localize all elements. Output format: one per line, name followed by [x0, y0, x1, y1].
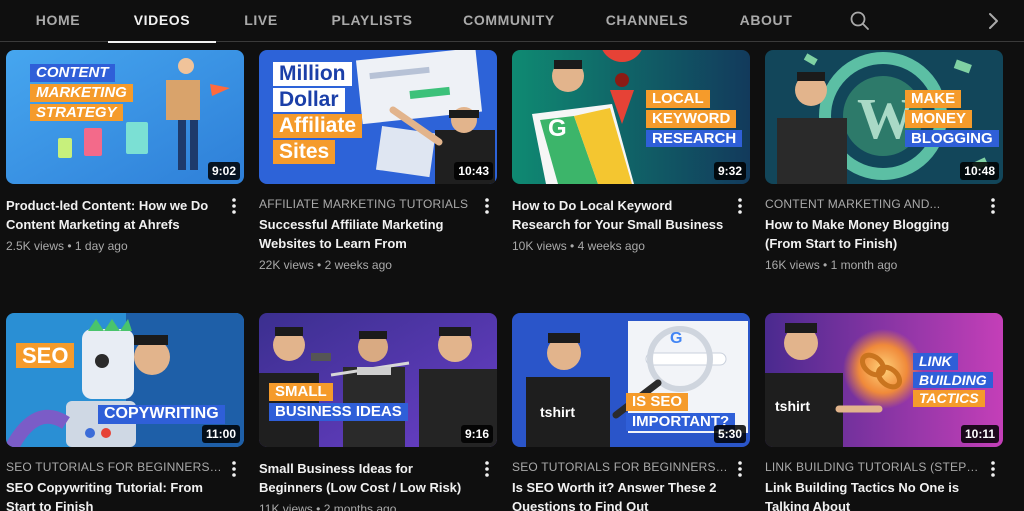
video-title[interactable]: Successful Affiliate Marketing Websites … — [259, 215, 475, 253]
video-duration: 10:48 — [960, 162, 999, 180]
svg-text:tshirt: tshirt — [775, 398, 810, 414]
video-card: tshirt LINK BUILDING TACTICS 10:11 LINK … — [765, 313, 1003, 511]
video-stats: 22K views • 2 weeks ago — [259, 258, 392, 272]
video-title[interactable]: Small Business Ideas for Beginners (Low … — [259, 459, 475, 497]
thumbnail-text: BUSINESS IDEAS — [269, 402, 408, 421]
video-title[interactable]: How to Do Local Keyword Research for You… — [512, 196, 728, 234]
video-duration: 10:11 — [960, 425, 999, 443]
video-title[interactable]: Is SEO Worth it? Answer These 2 Question… — [512, 478, 728, 511]
more-vert-icon[interactable] — [226, 459, 242, 479]
thumbnail-text: Dollar — [273, 88, 345, 113]
video-stats: 11K views • 2 months ago — [259, 502, 397, 511]
thumbnail-text: MONEY — [905, 109, 973, 128]
video-thumbnail[interactable]: G LOCAL KEYWORD RESEARCH 9:32 — [512, 50, 750, 184]
chevron-right-icon[interactable] — [980, 9, 1006, 33]
video-thumbnail[interactable]: SMALL BUSINESS IDEAS 9:16 — [259, 313, 497, 447]
tab-community[interactable]: COMMUNITY — [454, 0, 564, 42]
thumbnail-text: TACTICS — [913, 390, 985, 408]
video-card: SMALL BUSINESS IDEAS 9:16 Small Business… — [259, 313, 497, 511]
video-card: SEO COPYWRITING 11:00 SEO TUTORIALS FOR … — [6, 313, 244, 511]
video-card: G tshirt IS SEO IMPORTANT? 5:30 SEO TUTO… — [512, 313, 750, 511]
video-duration: 11:00 — [201, 425, 240, 443]
more-vert-icon[interactable] — [985, 196, 1001, 216]
video-thumbnail[interactable]: G tshirt IS SEO IMPORTANT? 5:30 — [512, 313, 750, 447]
tab-playlists[interactable]: PLAYLISTS — [322, 0, 422, 42]
tab-home[interactable]: HOME — [22, 0, 94, 42]
thumbnail-text: MAKE — [905, 90, 962, 108]
thumbnail-text: BLOGGING — [905, 129, 999, 148]
video-duration: 5:30 — [713, 425, 746, 443]
thumbnail-text: SEO — [16, 343, 75, 369]
video-stats: 2.5K views • 1 day ago — [6, 239, 128, 253]
video-title[interactable]: Link Building Tactics No One is Talking … — [765, 478, 981, 511]
video-thumbnail[interactable]: W MAKE MONEY BLOGGING 10:48 — [765, 50, 1003, 184]
search-icon[interactable] — [846, 9, 874, 33]
thumbnail-text: LOCAL — [646, 90, 710, 108]
video-thumbnail[interactable]: tshirt LINK BUILDING TACTICS 10:11 — [765, 313, 1003, 447]
video-duration: 10:43 — [454, 162, 493, 180]
thumbnail-text: BUILDING — [913, 371, 993, 389]
video-thumbnail[interactable]: Million Dollar Affiliate Sites 10:43 — [259, 50, 497, 184]
video-card: Million Dollar Affiliate Sites 10:43 AFF… — [259, 50, 497, 273]
tab-videos[interactable]: VIDEOS — [108, 0, 216, 43]
thumbnail-text: MARKETING — [30, 83, 133, 102]
video-title[interactable]: Product-led Content: How we Do Content M… — [6, 196, 222, 234]
thumbnail-text: STRATEGY — [30, 103, 123, 122]
svg-text:G: G — [670, 330, 682, 347]
thumbnail-text: Million — [273, 62, 352, 87]
more-vert-icon[interactable] — [732, 196, 748, 216]
more-vert-icon[interactable] — [732, 459, 748, 479]
thumbnail-text: Affiliate — [273, 114, 363, 139]
svg-text:tshirt: tshirt — [540, 404, 575, 420]
thumbnail-text: IS SEO — [626, 393, 689, 411]
more-vert-icon[interactable] — [479, 459, 495, 479]
playlist-category[interactable]: CONTENT MARKETING AND... — [765, 196, 981, 212]
playlist-category[interactable]: AFFILIATE MARKETING TUTORIALS — [259, 196, 475, 212]
video-stats: 10K views • 4 weeks ago — [512, 239, 645, 253]
more-vert-icon[interactable] — [985, 459, 1001, 479]
playlist-category[interactable]: SEO TUTORIALS FOR BEGINNERS:... — [6, 459, 222, 475]
video-card: CONTENT MARKETING STRATEGY 9:02 Product-… — [6, 50, 244, 254]
playlist-category[interactable]: SEO TUTORIALS FOR BEGINNERS:... — [512, 459, 728, 475]
video-duration: 9:16 — [460, 425, 493, 443]
thumbnail-text: RESEARCH — [646, 129, 743, 148]
tab-live[interactable]: LIVE — [232, 0, 290, 42]
video-title[interactable]: SEO Copywriting Tutorial: From Start to … — [6, 478, 222, 511]
channel-tabs: HOME VIDEOS LIVE PLAYLISTS COMMUNITY CHA… — [0, 0, 1024, 43]
video-duration: 9:32 — [713, 162, 746, 180]
thumbnail-text: KEYWORD — [646, 109, 737, 128]
video-thumbnail[interactable]: SEO COPYWRITING 11:00 — [6, 313, 244, 447]
tab-about[interactable]: ABOUT — [730, 0, 802, 42]
video-duration: 9:02 — [207, 162, 240, 180]
video-stats: 16K views • 1 month ago — [765, 258, 898, 272]
thumbnail-text: SMALL — [269, 383, 333, 401]
video-card: W MAKE MONEY BLOGGING 10:48 CONTENT MARK… — [765, 50, 1003, 273]
video-thumbnail[interactable]: CONTENT MARKETING STRATEGY 9:02 — [6, 50, 244, 184]
svg-text:G: G — [548, 115, 567, 142]
tab-channels[interactable]: CHANNELS — [598, 0, 696, 42]
thumbnail-text: Sites — [273, 140, 336, 165]
playlist-category[interactable]: LINK BUILDING TUTORIALS (STEP-BY... — [765, 459, 981, 475]
thumbnail-text: COPYWRITING — [98, 405, 225, 424]
thumbnail-text: LINK — [913, 353, 958, 370]
video-card: G LOCAL KEYWORD RESEARCH 9:32 How to Do … — [512, 50, 750, 254]
video-title[interactable]: How to Make Money Blogging (From Start t… — [765, 215, 981, 253]
more-vert-icon[interactable] — [479, 196, 495, 216]
thumbnail-text: CONTENT — [30, 64, 115, 82]
more-vert-icon[interactable] — [226, 196, 242, 216]
